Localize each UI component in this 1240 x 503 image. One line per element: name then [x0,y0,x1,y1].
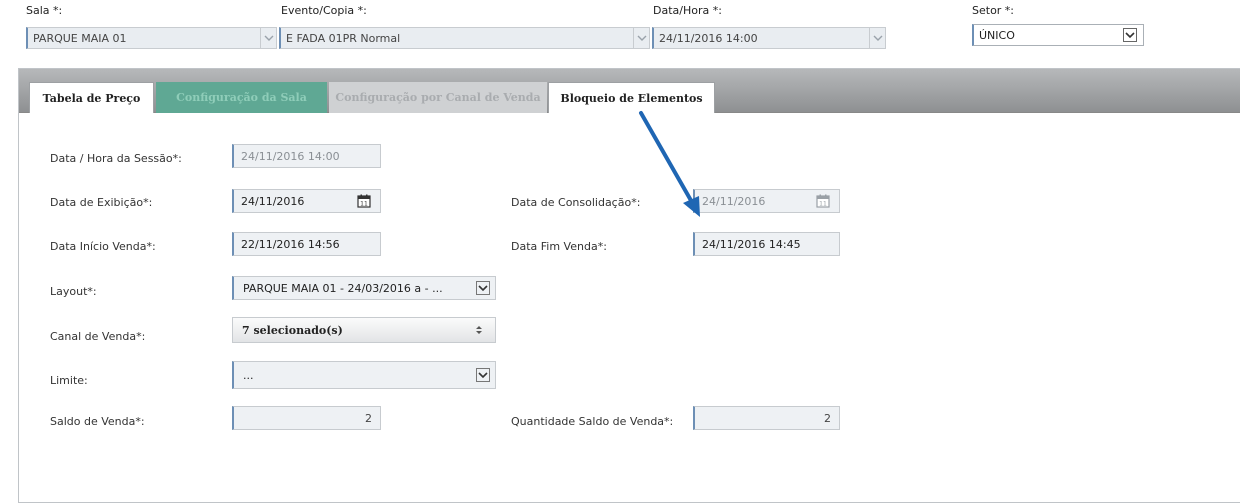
session-config-panel: Tabela de Preço Configuração da Sala Con… [18,68,1240,503]
saldo-venda-value: 2 [365,411,372,425]
data-hora-select[interactable]: 24/11/2016 14:00 [652,27,886,49]
calendar-icon: 11 [816,194,830,208]
tab-configuracao-da-sala[interactable]: Configuração da Sala [156,82,327,113]
sala-select[interactable]: PARQUE MAIA 01 [26,27,277,49]
svg-text:11: 11 [360,201,368,208]
chevron-down-icon[interactable] [869,28,885,48]
svg-text:11: 11 [819,201,827,208]
data-exibicao-label: Data de Exibição*: [50,196,153,209]
layout-value: PARQUE MAIA 01 - 24/03/2016 a - ... [243,281,443,295]
setor-select[interactable]: ÚNICO [972,24,1144,46]
data-exibicao-value: 24/11/2016 [241,194,305,208]
chevron-down-icon[interactable] [260,28,276,48]
data-consolidacao-label: Data de Consolidação*: [511,196,641,209]
data-hora-sessao-value: 24/11/2016 14:00 [241,149,340,163]
data-fim-venda-field[interactable]: 24/11/2016 14:45 [693,232,840,256]
data-hora-sessao-field: 24/11/2016 14:00 [232,144,381,168]
quantidade-saldo-venda-field[interactable]: 2 [693,406,840,430]
chevron-down-icon[interactable] [1123,28,1137,42]
data-fim-venda-value: 24/11/2016 14:45 [702,237,801,251]
saldo-venda-field[interactable]: 2 [232,406,381,430]
data-hora-sessao-label: Data / Hora da Sessão*: [50,152,182,165]
sala-label: Sala *: [26,4,63,17]
data-inicio-venda-label: Data Início Venda*: [50,240,156,253]
data-consolidacao-value: 24/11/2016 [702,194,766,208]
chevron-down-icon[interactable] [633,28,649,48]
canal-venda-label: Canal de Venda*: [50,330,146,343]
layout-label: Layout*: [50,285,97,298]
canal-venda-multiselect[interactable]: 7 selecionado(s) [232,317,496,343]
setor-label: Setor *: [972,4,1015,17]
data-consolidacao-field: 24/11/2016 11 [693,189,840,213]
data-hora-value: 24/11/2016 14:00 [659,31,758,45]
tab-configuracao-canal-venda[interactable]: Configuração por Canal de Venda [329,82,547,113]
limite-select[interactable]: ... [232,361,496,389]
layout-select[interactable]: PARQUE MAIA 01 - 24/03/2016 a - ... [232,276,496,300]
quantidade-saldo-venda-label: Quantidade Saldo de Venda*: [511,415,674,428]
chevron-down-icon[interactable] [476,281,490,295]
evento-label: Evento/Copia *: [281,4,367,17]
chevron-down-icon[interactable] [476,368,490,382]
limite-label: Limite: [50,374,88,387]
data-inicio-venda-field[interactable]: 22/11/2016 14:56 [232,232,381,256]
limite-value: ... [243,368,254,382]
calendar-icon[interactable]: 11 [357,194,371,208]
up-down-icon [476,326,482,334]
data-inicio-venda-value: 22/11/2016 14:56 [241,237,340,251]
tab-tabela-de-preco[interactable]: Tabela de Preço [29,82,154,113]
saldo-venda-label: Saldo de Venda*: [50,415,145,428]
evento-value: E FADA 01PR Normal [286,31,401,45]
tab-bar: Tabela de Preço Configuração da Sala Con… [19,69,1240,113]
tab-bloqueio-de-elementos[interactable]: Bloqueio de Elementos [548,82,715,113]
data-fim-venda-label: Data Fim Venda*: [511,240,607,253]
quantidade-saldo-venda-value: 2 [824,411,831,425]
data-exibicao-field[interactable]: 24/11/2016 11 [232,189,381,213]
evento-select[interactable]: E FADA 01PR Normal [279,27,650,49]
setor-value: ÚNICO [979,28,1015,42]
sala-value: PARQUE MAIA 01 [33,31,127,45]
canal-venda-value: 7 selecionado(s) [242,323,343,337]
data-hora-label: Data/Hora *: [653,4,722,17]
